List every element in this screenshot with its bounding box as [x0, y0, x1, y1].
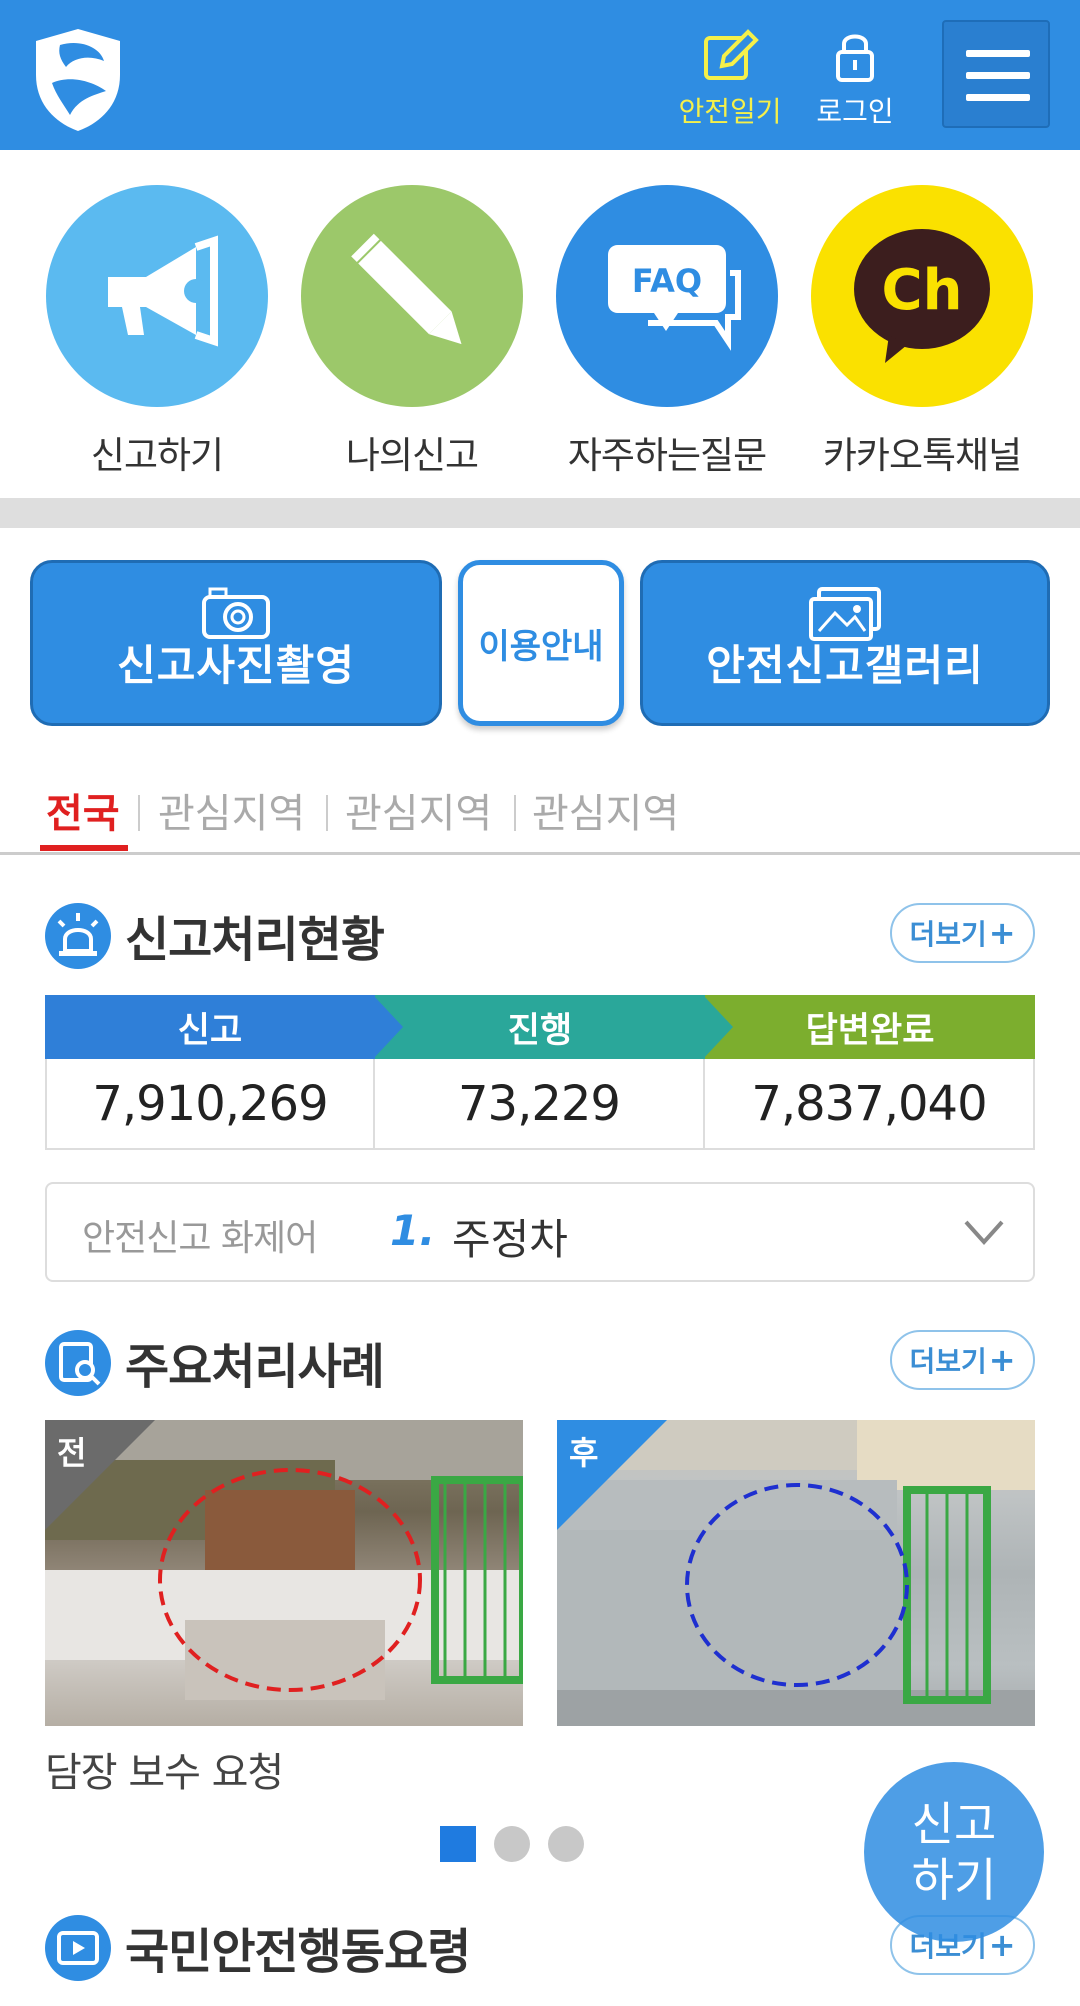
floating-report-button[interactable]: 신고 하기 [864, 1762, 1044, 1942]
tab-region-1[interactable]: 관심지역 [158, 781, 305, 839]
keyword-label: 안전신고 화제어 [82, 1218, 318, 1259]
arrow-icon [373, 995, 403, 1059]
safety-gallery-label: 안전신고갤러리 [706, 641, 984, 690]
quick-report-button[interactable]: 신고하기 [46, 185, 268, 479]
svg-text:FAQ: FAQ [632, 262, 702, 300]
hamburger-menu-button[interactable] [942, 20, 1050, 128]
edit-note-icon [704, 29, 759, 80]
report-photo-button[interactable]: 신고사진촬영 [30, 560, 442, 726]
status-value-report: 7,910,269 [45, 1059, 375, 1150]
my-reports-circle [301, 185, 523, 407]
svg-text:Ch: Ch [882, 258, 963, 323]
usage-guide-label: 이용안내 [478, 626, 604, 667]
safety-gallery-button[interactable]: 안전신고갤러리 [640, 560, 1050, 726]
tab-region-2[interactable]: 관심지역 [345, 781, 492, 839]
pencil-icon [351, 233, 462, 345]
lock-icon [836, 34, 874, 82]
tab-nationwide[interactable]: 전국 [46, 781, 120, 839]
faq-icon: FAQ [608, 245, 741, 351]
safety-diary-button[interactable]: 안전일기 [670, 28, 790, 130]
usage-guide-button[interactable]: 이용안내 [458, 560, 624, 726]
keyword-rank: 1. [390, 1206, 436, 1255]
status-more-button[interactable]: 더보기 + [890, 903, 1035, 963]
login-button[interactable]: 로그인 [800, 28, 910, 130]
arrow-icon [703, 995, 733, 1059]
cases-more-label: 더보기 [909, 1345, 987, 1378]
safety-diary-label: 안전일기 [678, 95, 782, 128]
before-label: 전 [57, 1434, 87, 1472]
login-label: 로그인 [816, 95, 894, 128]
faq-circle: FAQ [556, 185, 778, 407]
tab-separator [138, 795, 140, 831]
kakao-channel-icon: Ch [854, 229, 990, 363]
status-header-done: 답변완료 [705, 995, 1035, 1059]
status-section-heading: 신고처리현황 [125, 912, 385, 968]
siren-icon [45, 903, 111, 969]
my-reports-label: 나의신고 [345, 434, 479, 477]
pager-dot-1[interactable] [440, 1826, 476, 1862]
menu-line-icon [966, 94, 1030, 101]
tab-separator [326, 795, 328, 831]
kakao-channel-button[interactable]: Ch 카카오톡채널 [811, 185, 1033, 479]
active-tab-indicator [40, 845, 128, 851]
chevron-down-icon [964, 1220, 1004, 1245]
plus-icon: + [988, 914, 1016, 952]
megaphone-icon [108, 235, 218, 347]
case-title[interactable]: 담장 보수 요청 [45, 1740, 284, 1798]
report-photo-label: 신고사진촬영 [117, 641, 355, 690]
keyword-term: 주정차 [452, 1215, 568, 1264]
case-search-icon [45, 1330, 111, 1396]
video-play-icon [45, 1915, 111, 1981]
status-header-progress: 진행 [375, 995, 705, 1059]
my-reports-button[interactable]: 나의신고 [301, 185, 523, 479]
report-status-table: 신고 진행 답변완료 7,910,269 73,229 7,837,040 [45, 995, 1035, 1150]
kakao-channel-circle: Ch [811, 185, 1033, 407]
section-divider [0, 498, 1080, 528]
case-after-photo[interactable]: 후 [557, 1420, 1035, 1726]
menu-line-icon [966, 72, 1030, 79]
trending-keyword-dropdown[interactable]: 안전신고 화제어 1. 주정차 [45, 1182, 1035, 1282]
kakao-channel-label: 카카오톡채널 [822, 434, 1022, 477]
app-header: 안전일기 로그인 [0, 0, 1080, 150]
status-value-done: 7,837,040 [705, 1059, 1035, 1150]
tab-region-3[interactable]: 관심지역 [532, 781, 679, 839]
status-header-report: 신고 [45, 995, 375, 1059]
pager-dot-2[interactable] [494, 1826, 530, 1862]
quick-report-circle [46, 185, 268, 407]
case-before-photo[interactable]: 전 [45, 1420, 523, 1726]
faq-button[interactable]: FAQ 자주하는질문 [556, 185, 778, 479]
action-guide-heading: 국민안전행동요령 [125, 1924, 471, 1980]
faq-label: 자주하는질문 [567, 434, 767, 477]
shield-logo-icon[interactable] [30, 25, 126, 135]
floating-report-label: 신고 하기 [911, 1797, 997, 1907]
region-tabs: 전국 관심지역 관심지역 관심지역 [0, 775, 1080, 855]
cases-section-heading: 주요처리사례 [125, 1339, 385, 1395]
menu-line-icon [966, 50, 1030, 57]
cases-more-button[interactable]: 더보기 + [890, 1330, 1035, 1390]
tab-separator [514, 795, 516, 831]
pager-dot-3[interactable] [548, 1826, 584, 1862]
status-more-label: 더보기 [909, 918, 987, 951]
quick-report-label: 신고하기 [90, 434, 224, 477]
after-label: 후 [569, 1434, 599, 1472]
status-value-progress: 73,229 [375, 1059, 705, 1150]
plus-icon: + [988, 1341, 1016, 1379]
